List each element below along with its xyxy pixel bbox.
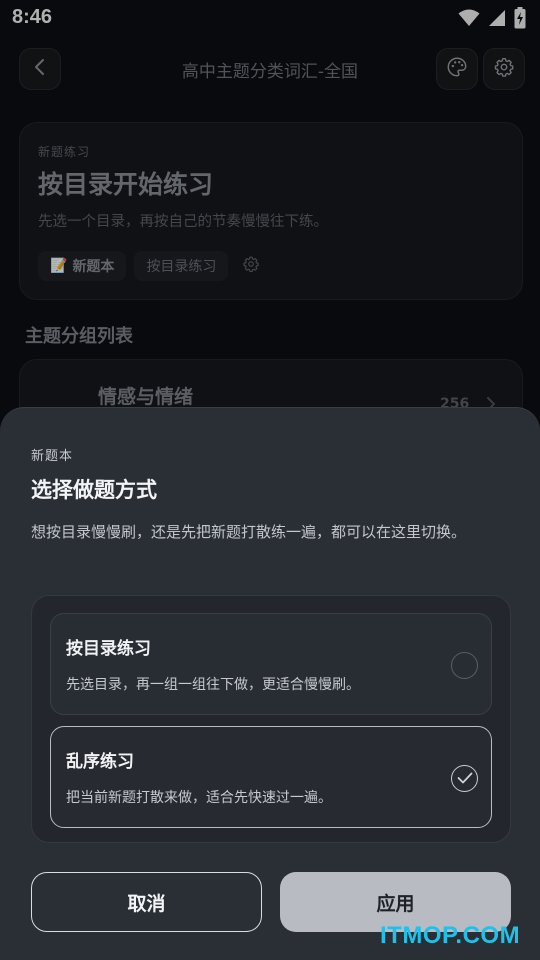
- option-title: 按目录练习: [66, 639, 151, 659]
- sheet-description: 想按目录慢慢刷，还是先把新题打散练一遍，都可以在这里切换。: [31, 523, 467, 541]
- radio-checked[interactable]: [451, 765, 478, 792]
- option-description: 先选目录，再一组一组往下做，更适合慢慢刷。: [66, 677, 360, 693]
- mode-options: 按目录练习 先选目录，再一组一组往下做，更适合慢慢刷。 乱序练习 把当前新题打散…: [31, 595, 511, 843]
- option-title: 乱序练习: [66, 752, 134, 772]
- practice-mode-sheet: 新题本 选择做题方式 想按目录慢慢刷，还是先把新题打散练一遍，都可以在这里切换。…: [0, 407, 540, 960]
- cancel-button[interactable]: 取消: [31, 872, 262, 932]
- option-description: 把当前新题打散来做，适合先快速过一遍。: [66, 790, 332, 806]
- option-by-directory[interactable]: 按目录练习 先选目录，再一组一组往下做，更适合慢慢刷。: [50, 613, 492, 715]
- radio-unchecked[interactable]: [451, 652, 478, 679]
- sheet-title: 选择做题方式: [31, 478, 157, 502]
- option-shuffle[interactable]: 乱序练习 把当前新题打散来做，适合先快速过一遍。: [50, 726, 492, 828]
- sheet-eyebrow: 新题本: [31, 449, 74, 464]
- watermark-logo: ITMOP.COM: [380, 922, 521, 949]
- check-icon: [457, 769, 473, 788]
